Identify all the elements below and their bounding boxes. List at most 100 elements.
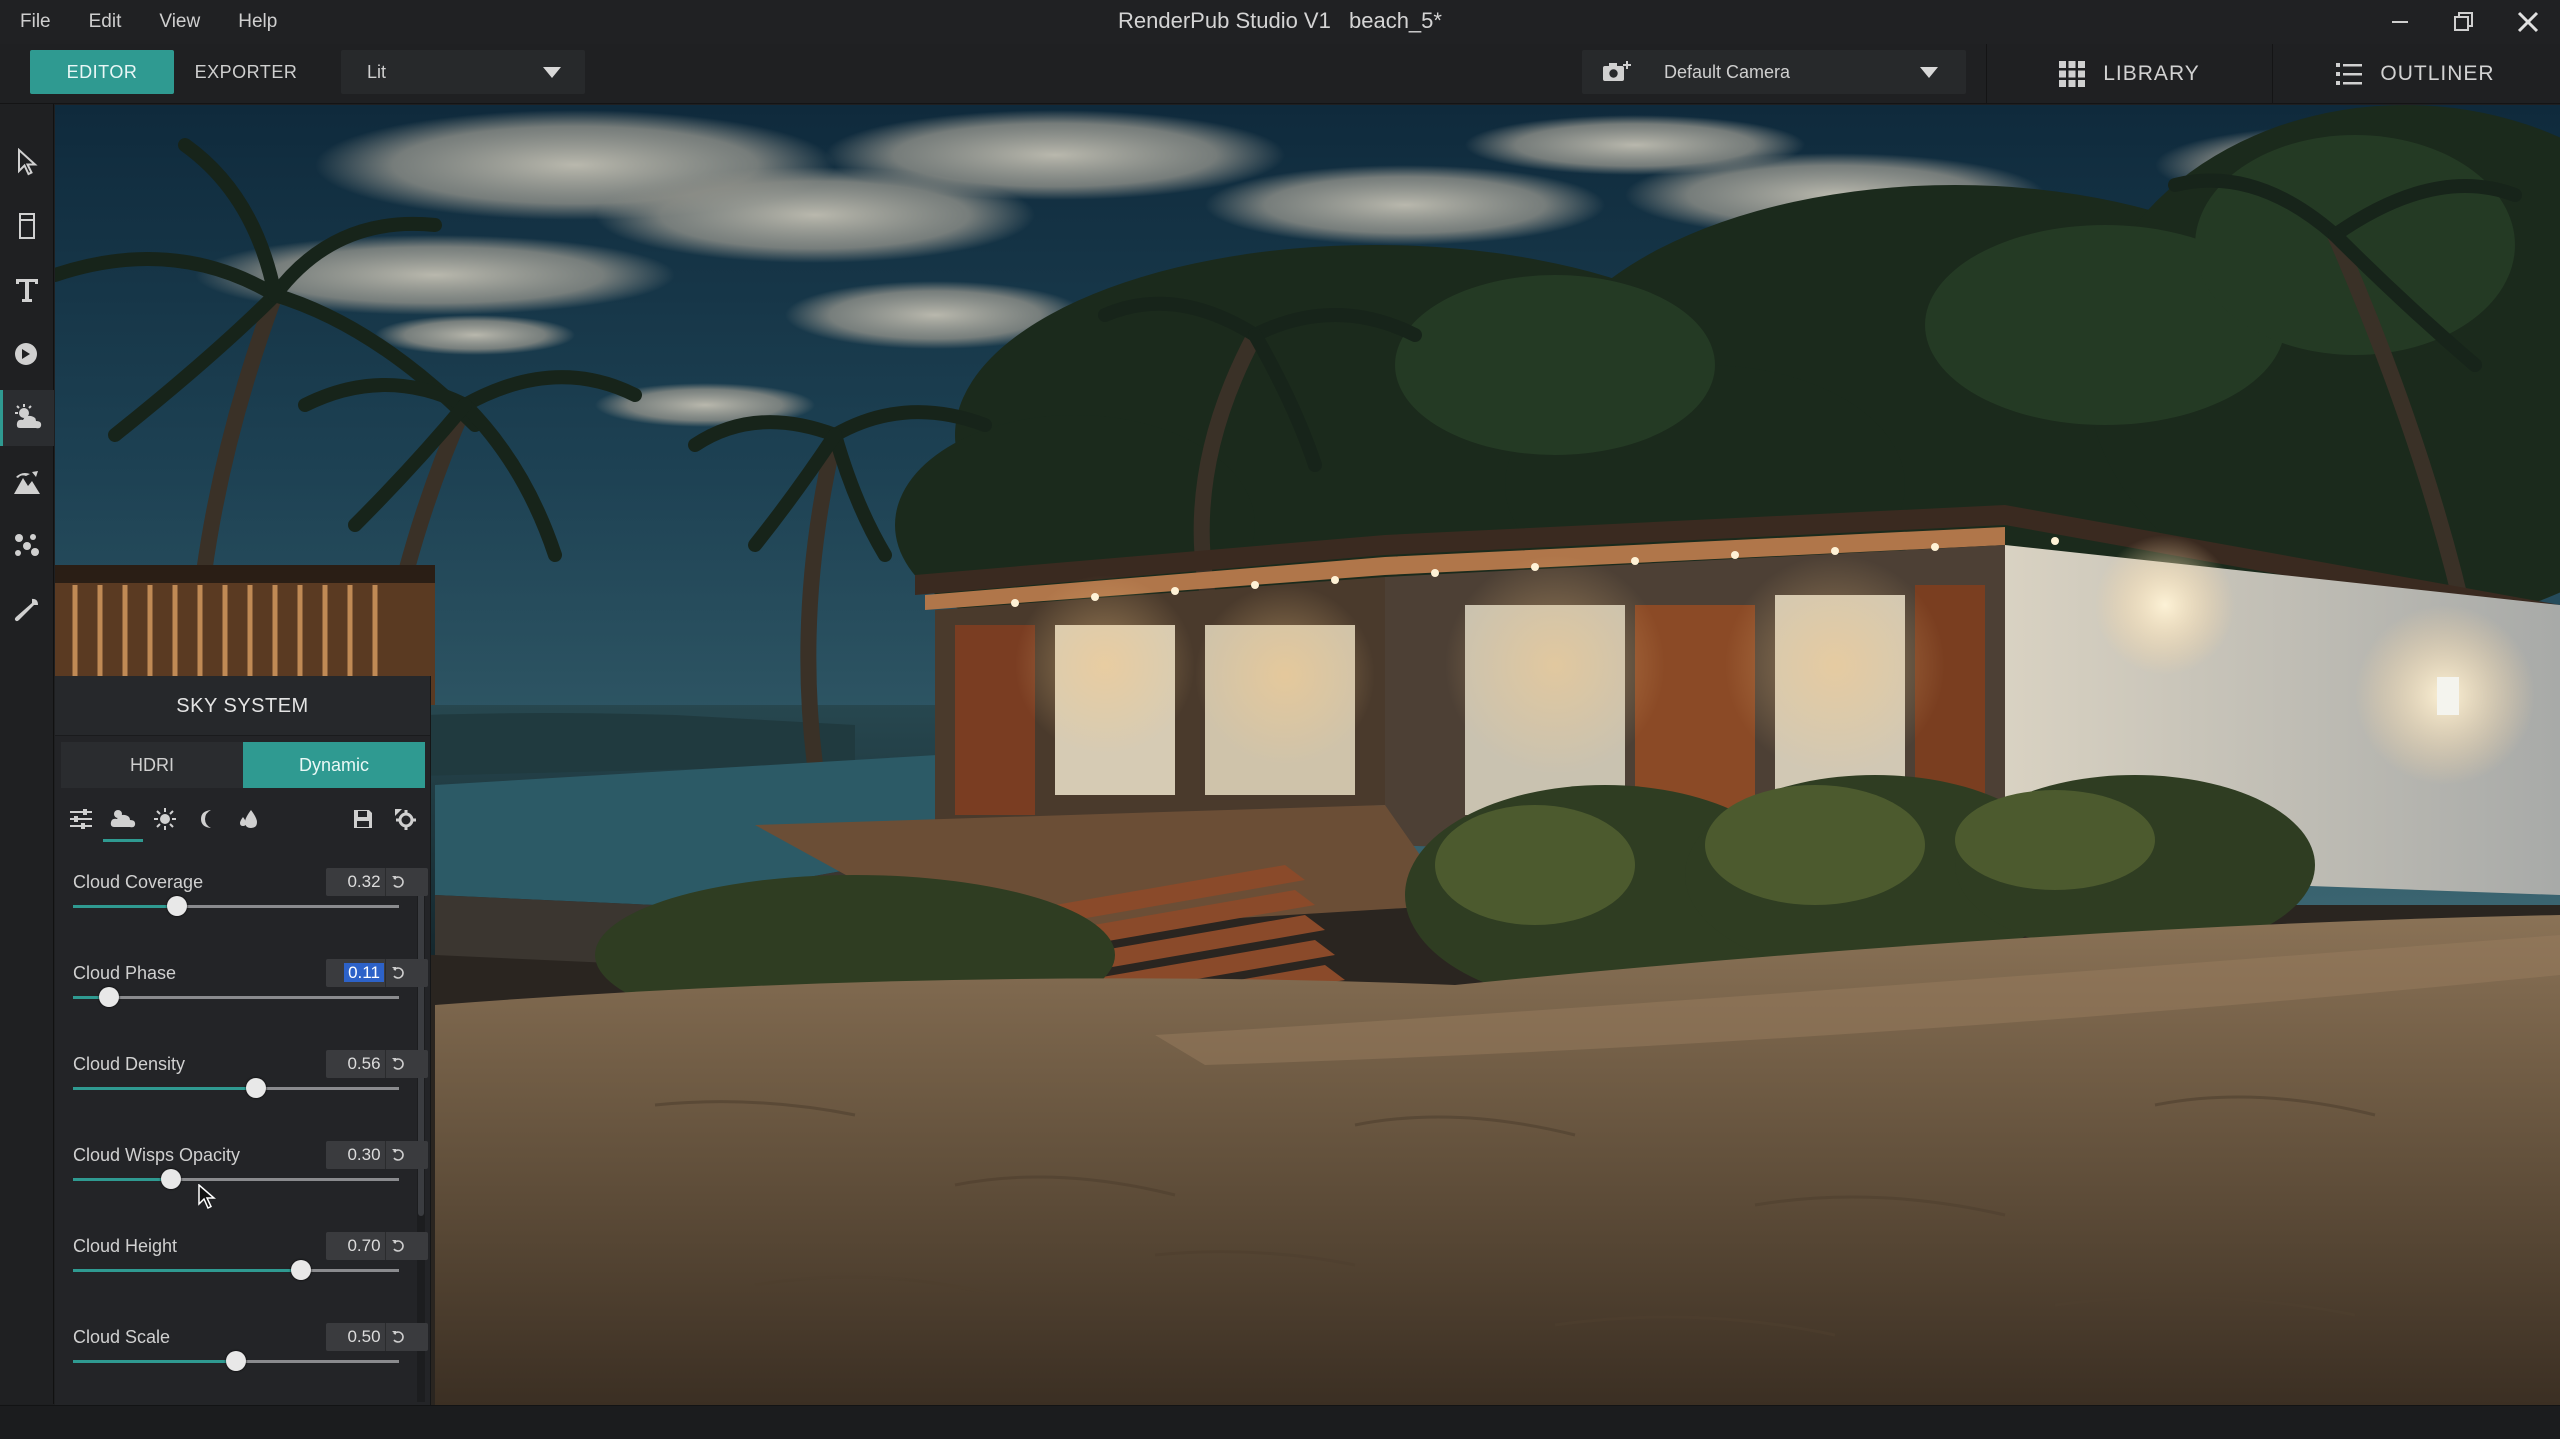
cloud-scale-control: Cloud Scale 0.50 — [73, 1323, 428, 1413]
select-tool-button[interactable] — [0, 134, 54, 190]
param-value-input[interactable]: 0.56 — [326, 1050, 428, 1078]
slider-fill — [73, 1087, 256, 1090]
param-value: 0.56 — [347, 1054, 381, 1073]
reset-icon — [391, 876, 404, 888]
reset-button[interactable] — [385, 1323, 409, 1351]
text-icon — [16, 279, 38, 302]
reset-button[interactable] — [385, 959, 409, 987]
editor-tab[interactable]: EDITOR — [30, 50, 174, 94]
file-name: beach_5* — [1348, 8, 1442, 33]
param-slider[interactable] — [73, 896, 399, 916]
reset-icon — [391, 1149, 404, 1161]
text-tool-button[interactable] — [0, 262, 54, 318]
slider-handle[interactable] — [99, 987, 119, 1007]
save-preset-button[interactable] — [343, 796, 383, 842]
menu-help[interactable]: Help — [238, 11, 277, 33]
settings-tool-button[interactable] — [0, 582, 54, 638]
param-slider[interactable] — [73, 1078, 399, 1098]
param-slider[interactable] — [73, 1260, 399, 1280]
reset-button[interactable] — [385, 868, 409, 896]
param-value-input[interactable]: 0.30 — [326, 1141, 428, 1169]
cloud-density-control: Cloud Density 0.56 — [73, 1050, 428, 1140]
drops-icon — [240, 810, 257, 828]
scatter-tool-button[interactable] — [0, 518, 54, 574]
slider-fill — [73, 1178, 171, 1181]
reset-button[interactable] — [385, 1141, 409, 1169]
window-title: RenderPub Studio V1 beach_5* — [0, 0, 2560, 44]
param-slider[interactable] — [73, 1169, 399, 1189]
slider-fill — [73, 1360, 236, 1363]
panel-icon — [19, 213, 35, 239]
param-value-input[interactable]: 0.70 — [326, 1232, 428, 1260]
chevron-down-icon — [1920, 67, 1938, 78]
material-tool-button[interactable] — [0, 326, 54, 382]
left-toolbar — [0, 104, 54, 1404]
sky-tool-button[interactable] — [0, 390, 54, 446]
exporter-tab[interactable]: EXPORTER — [174, 50, 318, 94]
grid-icon — [2059, 61, 2086, 87]
close-button[interactable] — [2496, 0, 2560, 44]
save-icon — [354, 810, 372, 828]
cloud-height-control: Cloud Height 0.70 — [73, 1232, 428, 1322]
outliner-tab[interactable]: OUTLINER — [2272, 44, 2558, 104]
param-label: Cloud Phase — [73, 963, 177, 983]
restore-button[interactable] — [2432, 0, 2496, 44]
cloud-coverage-control: Cloud Coverage 0.32 — [73, 868, 428, 958]
material-icon — [15, 343, 37, 365]
hdri-tab[interactable]: HDRI — [61, 742, 243, 788]
sun-icon — [154, 808, 176, 830]
param-value: 0.11 — [344, 963, 384, 982]
library-tab[interactable]: LIBRARY — [1986, 44, 2272, 104]
menu-edit[interactable]: Edit — [89, 11, 122, 33]
sliders-tab[interactable] — [61, 796, 101, 842]
reset-button[interactable] — [385, 1232, 409, 1260]
cloud-sun-icon — [14, 404, 41, 429]
slider-handle[interactable] — [161, 1169, 181, 1189]
chevron-down-icon — [543, 67, 561, 78]
cursor-arrow-icon — [18, 148, 38, 176]
reset-icon — [391, 1331, 404, 1343]
slider-handle[interactable] — [167, 896, 187, 916]
clouds-tab[interactable] — [103, 796, 143, 842]
dynamic-tab[interactable]: Dynamic — [243, 742, 425, 788]
param-value-input[interactable]: 0.11 — [326, 959, 428, 987]
param-label: Cloud Density — [73, 1054, 186, 1074]
camera-dropdown[interactable]: Default Camera — [1582, 50, 1966, 94]
add-camera-icon[interactable] — [1602, 60, 1632, 89]
slider-handle[interactable] — [291, 1260, 311, 1280]
slider-handle[interactable] — [226, 1351, 246, 1371]
close-icon — [2517, 11, 2539, 33]
reset-all-button[interactable] — [385, 796, 425, 842]
list-icon — [2336, 63, 2363, 85]
param-value: 0.50 — [347, 1327, 381, 1346]
slider-handle[interactable] — [246, 1078, 266, 1098]
sliders-icon — [70, 809, 92, 829]
landscape-tool-button[interactable] — [0, 454, 54, 510]
cloud-wisps-opacity-control: Cloud Wisps Opacity 0.30 — [73, 1141, 428, 1231]
scatter-icon — [15, 534, 39, 556]
reset-button[interactable] — [385, 1050, 409, 1078]
param-slider[interactable] — [73, 987, 399, 1007]
sky-subtabs — [61, 796, 425, 842]
cloud-icon — [110, 809, 136, 827]
object-tool-button[interactable] — [0, 198, 54, 254]
moon-tab[interactable] — [187, 796, 227, 842]
view-mode-dropdown[interactable]: Lit — [341, 50, 585, 94]
menu-view[interactable]: View — [159, 11, 200, 33]
camera-value: Default Camera — [1664, 62, 1791, 82]
param-value-input[interactable]: 0.50 — [326, 1323, 428, 1351]
menu-file[interactable]: File — [20, 11, 51, 33]
sun-tab[interactable] — [145, 796, 185, 842]
minimize-button[interactable] — [2368, 0, 2432, 44]
view-mode-value: Lit — [367, 62, 387, 82]
restore-icon — [2454, 12, 2473, 31]
weather-tab[interactable] — [229, 796, 269, 842]
window-controls — [2368, 0, 2560, 44]
minimize-icon — [2392, 21, 2408, 23]
main-toolbar: EDITOR EXPORTER Lit Default Camera LIBRA… — [0, 44, 2560, 104]
param-slider[interactable] — [73, 1351, 399, 1371]
reset-icon — [391, 967, 404, 979]
param-value-input[interactable]: 0.32 — [326, 868, 428, 896]
reset-icon — [391, 1058, 404, 1070]
param-value: 0.70 — [347, 1236, 381, 1255]
